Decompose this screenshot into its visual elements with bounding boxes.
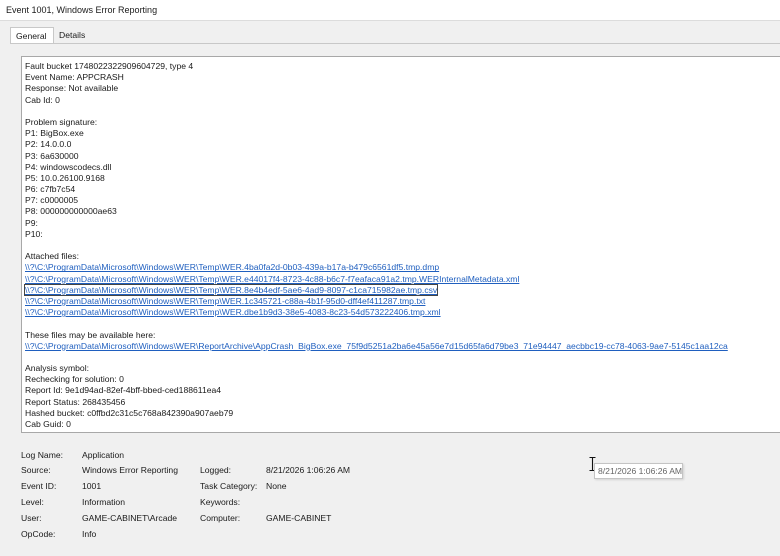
analysis-line: Rechecking for solution: 0 (25, 374, 124, 385)
signature-line: P7: c0000005 (25, 195, 79, 206)
event-id-label: Event ID: (21, 481, 57, 491)
attached-file-link[interactable]: \\?\C:\ProgramData\Microsoft\Windows\WER… (25, 262, 439, 272)
signature-line: P9: (25, 217, 38, 228)
attached-file-link[interactable]: \\?\C:\ProgramData\Microsoft\Windows\WER… (23, 283, 439, 296)
log-name-label: Log Name: (21, 450, 64, 460)
task-category-value[interactable]: None (266, 481, 287, 491)
attached-file-link[interactable]: \\?\C:\ProgramData\Microsoft\Windows\WER… (25, 296, 425, 306)
signature-line: P4: windowscodecs.dll (25, 161, 112, 172)
problem-signature-heading: Problem signature: (25, 116, 98, 127)
attached-file-link[interactable]: \\?\C:\ProgramData\Microsoft\Windows\WER… (25, 274, 519, 284)
opcode-value[interactable]: Info (82, 529, 96, 539)
task-category-label: Task Category: (200, 481, 258, 491)
computer-value[interactable]: GAME-CABINET (266, 513, 331, 523)
description-line: Event Name: APPCRASH (25, 72, 124, 83)
event-properties-window: Event 1001, Windows Error Reporting Gene… (0, 0, 780, 556)
level-label: Level: (21, 497, 44, 507)
signature-line: P10: (25, 228, 43, 239)
attached-file-link[interactable]: \\?\C:\ProgramData\Microsoft\Windows\WER… (25, 307, 441, 317)
opcode-label: OpCode: (21, 529, 56, 539)
source-label: Source: (21, 465, 51, 475)
user-label: User: (21, 513, 42, 523)
keywords-label: Keywords: (200, 497, 241, 507)
tab-general[interactable]: General (10, 27, 54, 43)
analysis-line: Cab Guid: 0 (25, 419, 71, 429)
analysis-line: Report Status: 268435456 (25, 396, 126, 407)
event-id-value[interactable]: 1001 (82, 481, 101, 491)
description-line: Response: Not available (25, 83, 119, 94)
description-line: Cab Id: 0 (25, 94, 60, 105)
tab-details[interactable]: Details (54, 27, 94, 43)
available-files-heading: These files may be available here: (25, 329, 156, 340)
user-value[interactable]: GAME-CABINET\Arcade (82, 513, 177, 523)
logged-label: Logged: (200, 465, 232, 475)
signature-line: P6: c7fb7c54 (25, 184, 76, 195)
signature-line: P5: 10.0.26100.9168 (25, 172, 105, 183)
log-name-value[interactable]: Application (82, 450, 124, 460)
signature-line: P2: 14.0.0.0 (25, 139, 72, 150)
tab-panel-divider (10, 43, 780, 44)
event-description-box[interactable]: Fault bucket 1748022322909604729, type 4… (21, 56, 780, 433)
logged-value[interactable]: 8/21/2026 1:06:26 AM (266, 465, 350, 475)
window-title: Event 1001, Windows Error Reporting (6, 5, 158, 15)
source-value[interactable]: Windows Error Reporting (82, 465, 178, 475)
report-archive-link[interactable]: \\?\C:\ProgramData\Microsoft\Windows\WER… (25, 341, 728, 351)
description-line: Fault bucket 1748022322909604729, type 4 (25, 61, 194, 71)
analysis-line: Report Id: 9e1d94ad-82ef-4bff-bbed-ced18… (25, 385, 222, 396)
signature-line: P8: 000000000000ae63 (25, 206, 117, 217)
level-value[interactable]: Information (82, 497, 125, 507)
event-description-text: Fault bucket 1748022322909604729, type 4… (23, 61, 728, 430)
signature-line: P3: 6a630000 (25, 150, 79, 161)
analysis-line: Hashed bucket: c0ffbd2c31c5c768a842390a9… (25, 407, 234, 418)
title-bar: Event 1001, Windows Error Reporting (0, 0, 780, 21)
timestamp-tooltip: 8/21/2026 1:06:26 AM (594, 463, 683, 479)
signature-line: P1: BigBox.exe (25, 128, 84, 139)
attached-files-heading: Attached files: (25, 251, 79, 262)
analysis-symbol-heading: Analysis symbol: (25, 363, 89, 374)
computer-label: Computer: (200, 513, 241, 523)
